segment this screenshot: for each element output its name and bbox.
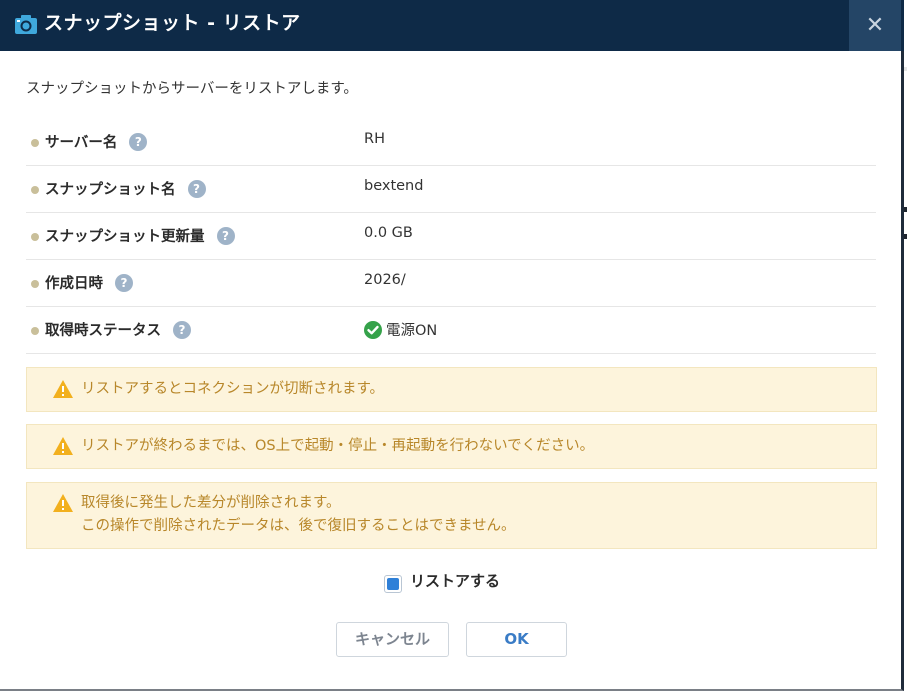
checkbox-checked-mark: [387, 578, 399, 590]
camera-icon: [14, 13, 38, 35]
ok-button[interactable]: OK: [466, 622, 567, 657]
check-circle-icon: [364, 321, 382, 339]
bullet-icon: [31, 327, 39, 335]
dialog-title: スナップショット - リストア: [44, 12, 301, 34]
restore-dialog: スナップショット - リストア ✕ スナップショットからサーバーをリストアします…: [0, 0, 904, 691]
field-value: 0.0 GB: [364, 225, 413, 241]
warning-text: この操作で削除されたデータは、後で復旧することはできません。: [81, 518, 516, 534]
bullet-icon: [31, 280, 39, 288]
warning-text: 取得後に発生した差分が削除されます。: [81, 495, 341, 511]
intro-text: スナップショットからサーバーをリストアします。: [26, 81, 358, 97]
help-icon[interactable]: ?: [115, 274, 133, 292]
warning-box: リストアするとコネクションが切断されます。: [26, 367, 877, 412]
field-label: 作成日時?: [45, 272, 133, 293]
field-value: 電源ON: [364, 319, 437, 340]
field-value: 2026/: [364, 272, 406, 288]
field-row-snapshot-update-size: スナップショット更新量? 0.0 GB: [26, 213, 876, 260]
help-icon[interactable]: ?: [216, 227, 235, 245]
field-value: RH: [364, 131, 385, 147]
help-icon[interactable]: ?: [129, 133, 148, 151]
field-value: bextend: [364, 178, 424, 194]
confirm-restore-label[interactable]: リストアする: [410, 570, 500, 591]
warning-icon: [52, 493, 74, 513]
bullet-icon: [31, 139, 39, 147]
bullet-icon: [31, 186, 39, 194]
confirm-restore-checkbox[interactable]: [384, 575, 402, 593]
field-label: 取得時ステータス?: [45, 319, 191, 340]
help-icon[interactable]: ?: [173, 321, 191, 339]
warning-box: リストアが終わるまでは、OS上で起動・停止・再起動を行わないでください。: [26, 424, 877, 469]
help-icon[interactable]: ?: [187, 180, 206, 198]
warning-box: 取得後に発生した差分が削除されます。 この操作で削除されたデータは、後で復旧する…: [26, 482, 877, 549]
field-row-created-at: 作成日時? 2026/: [26, 260, 876, 307]
cancel-button[interactable]: キャンセル: [336, 622, 449, 657]
bullet-icon: [31, 233, 39, 241]
field-label: スナップショット名?: [45, 178, 206, 199]
close-icon: ✕: [865, 13, 885, 38]
warning-text: リストアするとコネクションが切断されます。: [81, 381, 385, 397]
field-row-server-name: サーバー名? RH: [26, 119, 876, 166]
warning-text: リストアが終わるまでは、OS上で起動・停止・再起動を行わないでください。: [81, 438, 595, 454]
warning-icon: [52, 379, 74, 399]
close-button[interactable]: ✕: [849, 0, 901, 51]
field-row-snapshot-name: スナップショット名? bextend: [26, 166, 876, 213]
status-text: 電源ON: [386, 323, 438, 339]
dialog-titlebar: スナップショット - リストア ✕: [0, 0, 904, 51]
field-row-status: 取得時ステータス? 電源ON: [26, 307, 876, 354]
field-label: スナップショット更新量?: [45, 225, 235, 246]
warning-icon: [52, 436, 74, 456]
field-label: サーバー名?: [45, 131, 148, 152]
